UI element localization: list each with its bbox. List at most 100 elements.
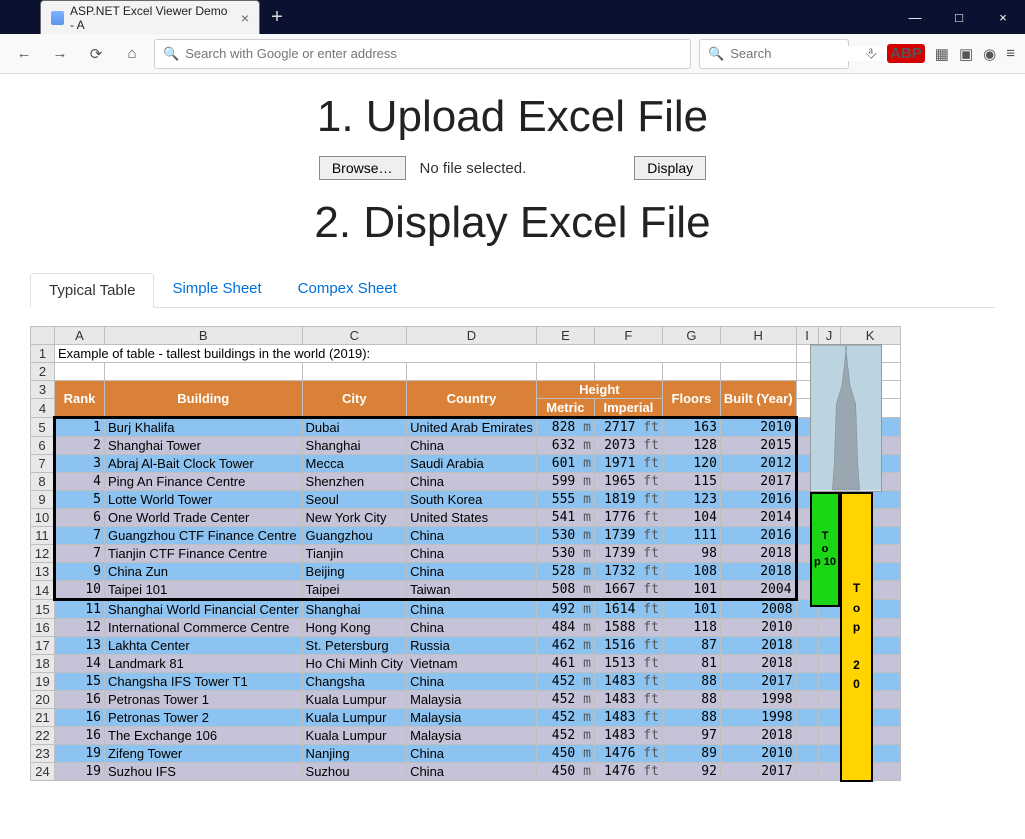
cell-city[interactable]: Kuala Lumpur — [302, 709, 407, 727]
cell-country[interactable]: China — [407, 563, 537, 581]
rowhdr[interactable]: 1 — [31, 345, 55, 363]
cell-rank[interactable]: 13 — [55, 637, 105, 655]
cell-rank[interactable]: 11 — [55, 600, 105, 619]
hdr-imperial[interactable]: Imperial — [594, 399, 662, 418]
rowhdr[interactable]: 21 — [31, 709, 55, 727]
hdr-floors[interactable]: Floors — [662, 381, 720, 418]
colhdr-F[interactable]: F — [594, 327, 662, 345]
cell-city[interactable]: Tianjin — [302, 545, 407, 563]
cell-city[interactable]: Hong Kong — [302, 619, 407, 637]
cell-rank[interactable]: 10 — [55, 581, 105, 600]
cell-country[interactable]: China — [407, 745, 537, 763]
rowhdr[interactable]: 9 — [31, 491, 55, 509]
cell-imperial[interactable]: 1483 ft — [594, 691, 662, 709]
cell-rank[interactable]: 16 — [55, 709, 105, 727]
rowhdr[interactable]: 10 — [31, 509, 55, 527]
rowhdr[interactable]: 3 — [31, 381, 55, 399]
cell-metric[interactable]: 601 m — [536, 455, 594, 473]
cell-year[interactable]: 2016 — [720, 491, 796, 509]
cell-rank[interactable]: 6 — [55, 509, 105, 527]
cell-city[interactable]: New York City — [302, 509, 407, 527]
colhdr-A[interactable]: A — [55, 327, 105, 345]
cell-empty[interactable] — [796, 655, 818, 673]
rowhdr[interactable]: 13 — [31, 563, 55, 581]
cell-building[interactable]: Petronas Tower 1 — [105, 691, 303, 709]
cell-city[interactable]: Guangzhou — [302, 527, 407, 545]
colhdr-K[interactable]: K — [840, 327, 900, 345]
cell-rank[interactable]: 16 — [55, 691, 105, 709]
cell-building[interactable]: Shanghai World Financial Center — [105, 600, 303, 619]
cell-imperial[interactable]: 1483 ft — [594, 709, 662, 727]
rowhdr[interactable]: 23 — [31, 745, 55, 763]
cell-imperial[interactable]: 1739 ft — [594, 545, 662, 563]
hdr-city[interactable]: City — [302, 381, 407, 418]
extension-icon[interactable]: ▦ — [935, 45, 949, 63]
cell-empty[interactable] — [818, 727, 840, 745]
cell-city[interactable]: Shanghai — [302, 437, 407, 455]
cell-empty[interactable] — [818, 709, 840, 727]
cell-city[interactable]: Shanghai — [302, 600, 407, 619]
cell-year[interactable]: 2018 — [720, 727, 796, 745]
colhdr-C[interactable]: C — [302, 327, 407, 345]
cell-country[interactable]: United Arab Emirates — [407, 418, 537, 437]
hdr-height[interactable]: Height — [536, 381, 662, 399]
hdr-metric[interactable]: Metric — [536, 399, 594, 418]
cell-city[interactable]: Dubai — [302, 418, 407, 437]
cell-city[interactable]: Ho Chi Minh City — [302, 655, 407, 673]
cell-metric[interactable]: 530 m — [536, 527, 594, 545]
cell-year[interactable]: 2010 — [720, 619, 796, 637]
cell-empty[interactable] — [796, 745, 818, 763]
cell-empty[interactable] — [796, 691, 818, 709]
reader-icon[interactable]: ▣ — [959, 45, 973, 63]
cell-floors[interactable]: 97 — [662, 727, 720, 745]
cell-year[interactable]: 2018 — [720, 637, 796, 655]
rowhdr[interactable]: 12 — [31, 545, 55, 563]
cell-floors[interactable]: 108 — [662, 563, 720, 581]
cell-imperial[interactable]: 1667 ft — [594, 581, 662, 600]
colhdr-B[interactable]: B — [105, 327, 303, 345]
cell-metric[interactable]: 508 m — [536, 581, 594, 600]
display-button[interactable]: Display — [634, 156, 706, 180]
cell-country[interactable]: China — [407, 545, 537, 563]
minimize-button[interactable]: — — [893, 0, 937, 34]
hdr-rank[interactable]: Rank — [55, 381, 105, 418]
corner-cell[interactable] — [31, 327, 55, 345]
cell-country[interactable]: South Korea — [407, 491, 537, 509]
cell-metric[interactable]: 632 m — [536, 437, 594, 455]
cell-country[interactable]: United States — [407, 509, 537, 527]
cell-building[interactable]: The Exchange 106 — [105, 727, 303, 745]
cell-imperial[interactable]: 1776 ft — [594, 509, 662, 527]
cell-building[interactable]: Suzhou IFS — [105, 763, 303, 781]
cell-city[interactable]: Nanjing — [302, 745, 407, 763]
cell-imperial[interactable]: 2717 ft — [594, 418, 662, 437]
cell-imperial[interactable]: 1483 ft — [594, 727, 662, 745]
cell-country[interactable]: Malaysia — [407, 709, 537, 727]
cell-imperial[interactable]: 1819 ft — [594, 491, 662, 509]
cell-imperial[interactable]: 1588 ft — [594, 619, 662, 637]
cell-floors[interactable]: 92 — [662, 763, 720, 781]
rowhdr[interactable]: 11 — [31, 527, 55, 545]
cell-country[interactable]: Russia — [407, 637, 537, 655]
rowhdr[interactable]: 4 — [31, 399, 55, 418]
cell-country[interactable]: Taiwan — [407, 581, 537, 600]
colhdr-D[interactable]: D — [407, 327, 537, 345]
cell-rank[interactable]: 7 — [55, 545, 105, 563]
rowhdr[interactable]: 19 — [31, 673, 55, 691]
cell-empty[interactable] — [796, 709, 818, 727]
cell-year[interactable]: 2010 — [720, 418, 796, 437]
cell-floors[interactable]: 81 — [662, 655, 720, 673]
cell-country[interactable]: China — [407, 673, 537, 691]
cell-year[interactable]: 2017 — [720, 673, 796, 691]
cell-empty[interactable] — [796, 763, 818, 781]
cell-country[interactable]: Saudi Arabia — [407, 455, 537, 473]
cell-empty[interactable] — [796, 727, 818, 745]
cell-building[interactable]: One World Trade Center — [105, 509, 303, 527]
adblock-icon[interactable]: ABP — [887, 44, 925, 63]
cell-empty[interactable] — [818, 763, 840, 781]
tab-typical-table[interactable]: Typical Table — [30, 273, 154, 308]
cell-rank[interactable]: 12 — [55, 619, 105, 637]
cell-building[interactable]: Taipei 101 — [105, 581, 303, 600]
cell-country[interactable]: China — [407, 619, 537, 637]
cell-imperial[interactable]: 1476 ft — [594, 745, 662, 763]
cell-city[interactable]: Mecca — [302, 455, 407, 473]
